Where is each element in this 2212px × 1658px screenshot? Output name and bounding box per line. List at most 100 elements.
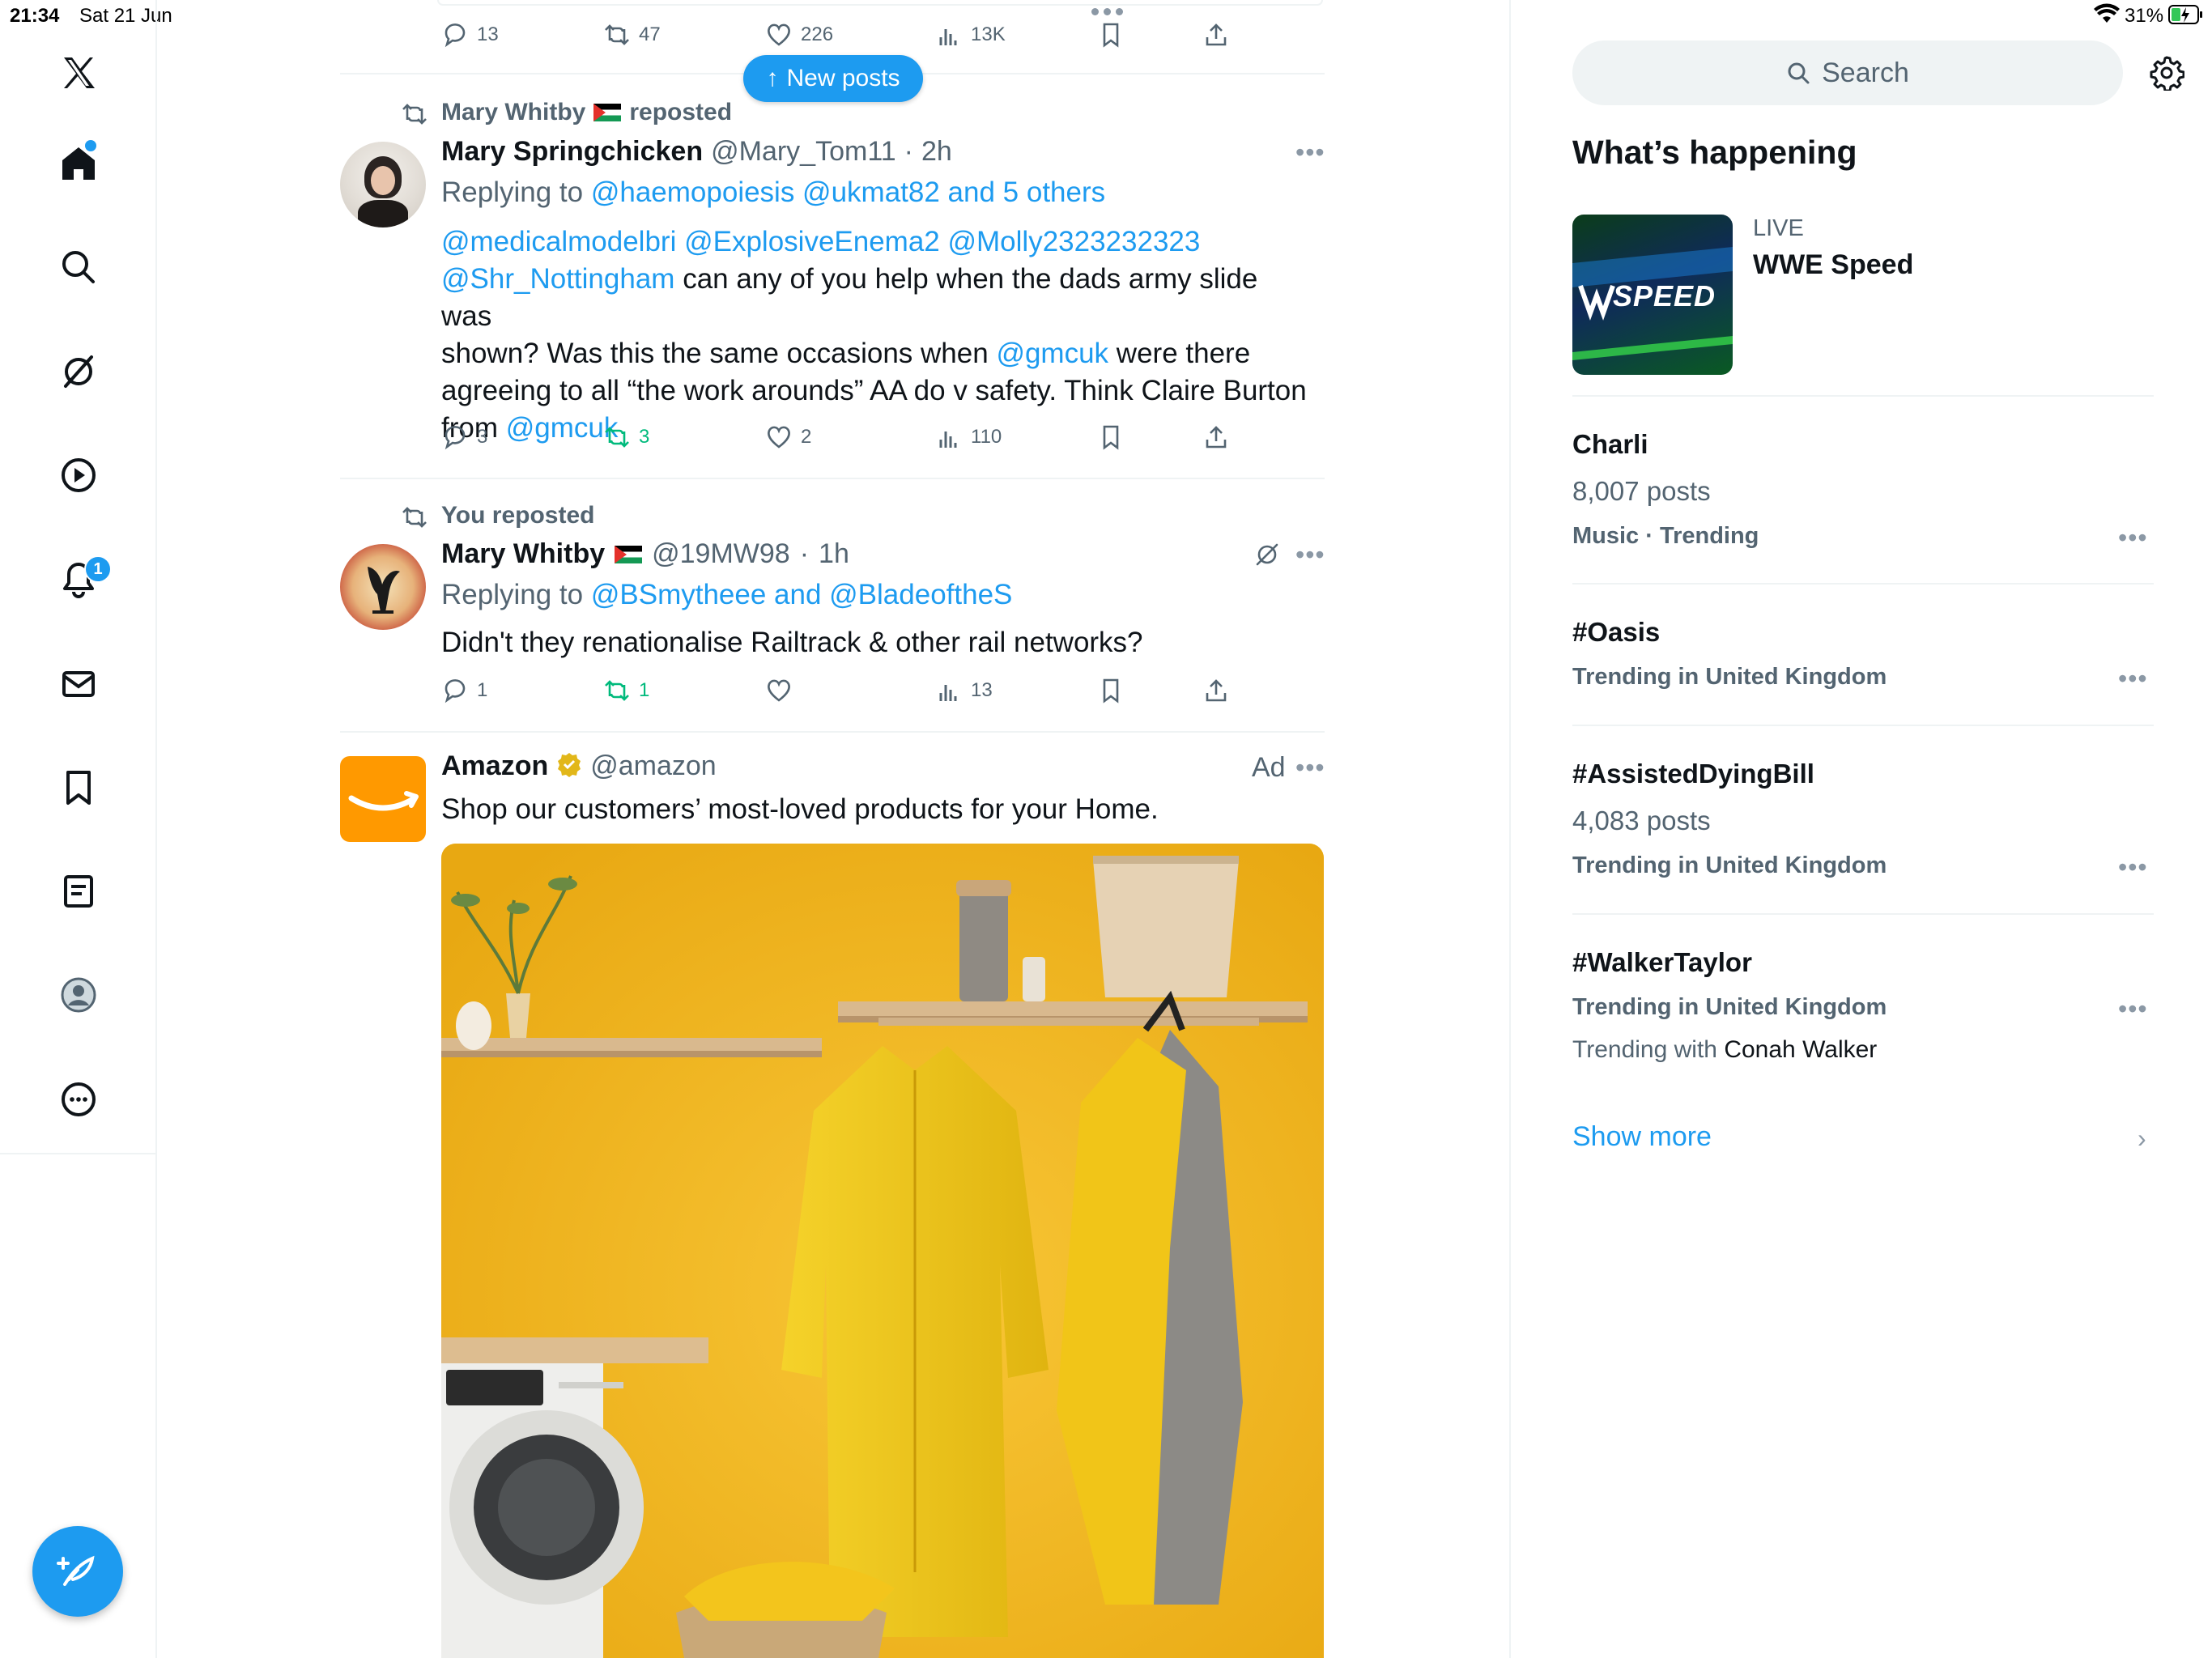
more-options-icon[interactable]: ••• (1295, 540, 1325, 570)
mention-list[interactable]: @medicalmodelbri @ExplosiveEnema2 @Molly… (441, 226, 1200, 257)
reply-button[interactable]: 3 (441, 417, 487, 457)
repost-context-icon (401, 504, 428, 535)
share-icon (1206, 679, 1227, 702)
views-count: 13 (971, 679, 993, 701)
more-options-icon[interactable]: ••• (1295, 138, 1325, 168)
x-logo-icon[interactable] (50, 45, 107, 101)
palestine-flag-icon (593, 104, 622, 121)
author-name[interactable]: Amazon (441, 750, 548, 782)
author-handle[interactable]: @19MW98 (652, 538, 790, 570)
repost-icon (605, 680, 629, 701)
bookmark-icon (1103, 425, 1119, 450)
bookmark-button[interactable] (1097, 417, 1125, 457)
views-count: 110 (971, 426, 1002, 448)
social-context-name[interactable]: Mary Whitby (441, 99, 585, 126)
trend-title[interactable]: Charli (1572, 429, 1648, 460)
share-icon (1206, 23, 1227, 46)
reply-button[interactable]: 13 (441, 15, 499, 55)
trend-more-icon[interactable]: ••• (2118, 664, 2148, 694)
pager-dots (1091, 8, 1123, 15)
like-button[interactable] (765, 670, 801, 711)
battery-icon (2168, 5, 2204, 30)
bookmarks-icon[interactable] (50, 759, 107, 816)
repost-count: 3 (639, 426, 650, 448)
grok-explain-icon[interactable] (1253, 541, 1281, 572)
home-unread-dot (85, 140, 96, 151)
share-button[interactable] (1202, 15, 1230, 55)
share-icon (1206, 426, 1227, 449)
ad-image[interactable] (441, 844, 1324, 1658)
views-count: 13K (971, 23, 1006, 45)
amazon-logo-icon[interactable] (340, 756, 426, 842)
replying-prefix: Replying to (441, 176, 584, 208)
reply-count: 13 (477, 23, 499, 45)
share-button[interactable] (1202, 417, 1230, 457)
trend-meta: Trending in United Kingdom (1572, 852, 1887, 878)
repost-context-icon (401, 100, 428, 132)
mention[interactable]: @gmcuk (996, 338, 1108, 369)
new-posts-button[interactable]: ↑ New posts (743, 55, 923, 102)
home-icon[interactable] (50, 135, 107, 192)
live-thumb-text: SPEED (1613, 279, 1716, 312)
lists-icon[interactable] (50, 863, 107, 920)
chevron-right-icon: › (2138, 1124, 2146, 1153)
compose-button[interactable] (32, 1526, 123, 1617)
like-button[interactable]: 226 (765, 15, 833, 55)
battery-percent: 31% (2125, 5, 2164, 27)
author-handle[interactable]: @Mary_Tom11 (711, 136, 896, 168)
tweet-time[interactable]: 2h (921, 136, 952, 168)
trend-title[interactable]: #WalkerTaylor (1572, 947, 1752, 978)
repost-button[interactable]: 1 (603, 670, 649, 711)
reply-count: 3 (477, 426, 488, 448)
tweet-time[interactable]: 1h (819, 538, 849, 570)
trend-more-icon[interactable]: ••• (2118, 852, 2148, 882)
search-icon[interactable] (50, 239, 107, 295)
like-count: 226 (801, 23, 834, 45)
avatar[interactable] (340, 544, 426, 630)
reply-icon (445, 426, 466, 450)
status-date: Sat 21 Jun (79, 5, 172, 27)
replying-to: Replying to @haemopoiesis @ukmat82 and 5… (441, 176, 1105, 209)
like-button[interactable]: 2 (765, 417, 811, 457)
heart-icon (768, 679, 790, 702)
compose-feather-icon (57, 1555, 95, 1586)
settings-gear-icon[interactable] (2149, 55, 2185, 95)
search-bar[interactable]: Search (1572, 40, 2123, 105)
show-more-link[interactable]: Show more (1572, 1121, 1712, 1153)
replying-to-users[interactable]: @BSmytheee and @BladeoftheS (591, 579, 1013, 610)
repost-count: 1 (639, 679, 650, 701)
views-icon (939, 685, 957, 701)
author-name[interactable]: Mary Whitby (441, 538, 605, 570)
profile-icon[interactable] (50, 967, 107, 1023)
repost-button[interactable]: 3 (603, 417, 649, 457)
trend-title[interactable]: #Oasis (1572, 617, 1660, 648)
repost-button[interactable]: 47 (603, 15, 661, 55)
author-handle[interactable]: @amazon (590, 750, 716, 782)
author-name[interactable]: Mary Springchicken (441, 136, 703, 168)
mention[interactable]: @Shr_Nottingham (441, 263, 674, 295)
views-button[interactable]: 13K (935, 15, 1006, 55)
trending-with-name[interactable]: Conah Walker (1724, 1036, 1877, 1063)
share-button[interactable] (1202, 670, 1230, 711)
avatar[interactable] (340, 142, 426, 227)
reply-button[interactable]: 1 (441, 670, 487, 711)
trend-title[interactable]: #AssistedDyingBill (1572, 759, 1814, 789)
more-options-icon[interactable]: ••• (1295, 753, 1325, 783)
views-button[interactable]: 13 (935, 670, 993, 711)
trend-more-icon[interactable]: ••• (2118, 994, 2148, 1024)
more-icon[interactable] (50, 1071, 107, 1128)
live-title[interactable]: WWE Speed (1753, 249, 1913, 281)
messages-icon[interactable] (50, 656, 107, 712)
video-icon[interactable] (50, 447, 107, 504)
repost-icon (605, 427, 629, 448)
replying-to-users[interactable]: @haemopoiesis @ukmat82 and 5 others (591, 176, 1105, 208)
views-button[interactable]: 110 (935, 417, 1002, 457)
live-thumbnail[interactable]: SPEED (1572, 215, 1733, 375)
grok-icon[interactable] (50, 343, 107, 400)
trend-more-icon[interactable]: ••• (2118, 523, 2148, 553)
bookmark-button[interactable] (1097, 670, 1125, 711)
views-icon (939, 29, 957, 45)
live-label: LIVE (1753, 215, 1804, 241)
bookmark-button[interactable] (1097, 15, 1125, 55)
trend-meta: Trending in United Kingdom (1572, 994, 1887, 1020)
